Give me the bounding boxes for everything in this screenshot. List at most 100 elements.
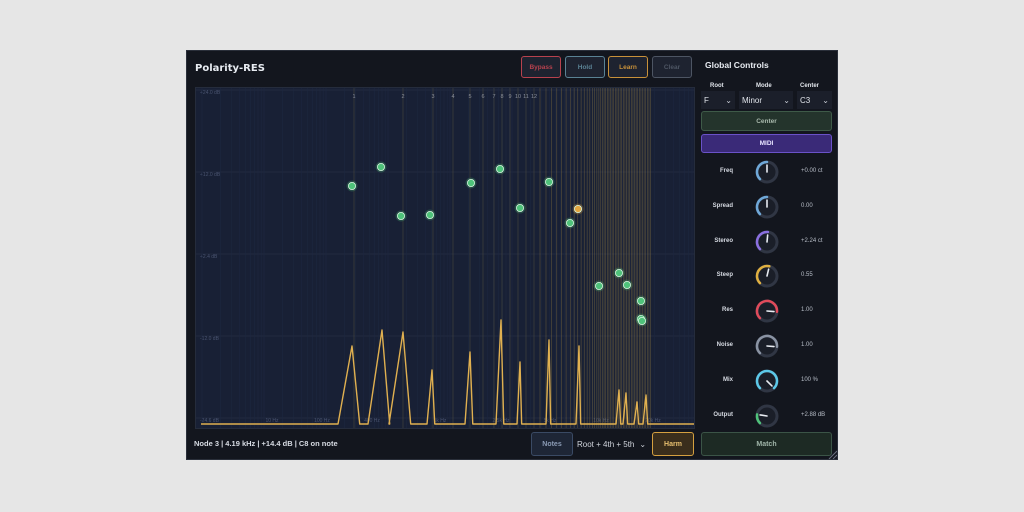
- stereo-knob[interactable]: [754, 229, 780, 255]
- partial-number: 9: [508, 94, 511, 100]
- partial-number: 2: [401, 94, 404, 100]
- chevron-down-icon: ⌄: [783, 95, 790, 105]
- clear-button[interactable]: Clear: [652, 56, 692, 78]
- partial-number: 12: [531, 94, 537, 100]
- chevron-down-icon: ⌄: [822, 95, 829, 105]
- knob-label: Spread: [712, 202, 733, 209]
- x-tick-label: 2.5k Hz: [493, 418, 510, 424]
- knob-value: +2.24 ct: [801, 237, 823, 244]
- knob-value: +2.88 dB: [801, 411, 826, 418]
- knob-label: Res: [721, 307, 733, 314]
- mode-select[interactable]: Minor ⌄: [739, 91, 793, 109]
- freq-knob[interactable]: [754, 159, 780, 185]
- bypass-button[interactable]: Bypass: [521, 56, 561, 78]
- knob-row-res: Res 1.00: [699, 294, 839, 328]
- y-tick-label: -12.0 dB: [200, 336, 220, 342]
- filter-node[interactable]: [622, 280, 631, 289]
- partial-number: 7: [492, 94, 495, 100]
- harm-label: Harm: [664, 440, 682, 448]
- app-title: Polarity-RES: [195, 63, 265, 74]
- global-controls-title: Global Controls: [705, 60, 769, 70]
- harmony-select-value: Root + 4th + 5th: [577, 439, 635, 449]
- spectrum-plot[interactable]: +24.0 dB +12.0 dB +2.4 dB -12.0 dB -24.6 dB 1…: [195, 87, 695, 429]
- partial-number: 3: [431, 94, 434, 100]
- match-button-label: Match: [756, 440, 777, 448]
- partial-number: 1: [352, 94, 355, 100]
- knob-label: Steep: [716, 272, 733, 279]
- center-select[interactable]: C3 ⌄: [797, 91, 832, 109]
- y-tick-label: +2.4 dB: [200, 254, 218, 260]
- knob-row-spread: Spread 0.00: [699, 190, 839, 224]
- partial-number: 6: [481, 94, 484, 100]
- partial-number: 4: [451, 94, 454, 100]
- status-readout: Node 3 | 4.19 kHz | +14.4 dB | C8 on not…: [194, 439, 338, 448]
- root-select[interactable]: F ⌄: [701, 91, 735, 109]
- x-tick-label: 100 Hz: [314, 418, 330, 424]
- mode-value: Minor: [742, 95, 763, 105]
- knob-label: Noise: [716, 342, 733, 348]
- global-controls-panel: Global Controls Root Mode Center F ⌄ Min…: [699, 51, 839, 461]
- center-label: Center: [800, 83, 820, 89]
- spread-knob[interactable]: [754, 194, 780, 220]
- knob-value: 1.00: [801, 307, 813, 314]
- notes-button[interactable]: Notes: [531, 432, 573, 456]
- chevron-down-icon: ⌄: [725, 95, 732, 105]
- knob-row-steep: Steep 0.55: [699, 259, 839, 293]
- knob-value: +0.00 ct: [801, 168, 823, 174]
- filter-node[interactable]: [565, 218, 574, 227]
- y-tick-label: +24.0 dB: [200, 90, 221, 96]
- filter-node[interactable]: [466, 179, 475, 188]
- filter-node[interactable]: [637, 316, 646, 325]
- knob-label: Mix: [722, 376, 733, 383]
- steep-knob[interactable]: [754, 263, 780, 289]
- knob-label: Stereo: [714, 237, 733, 244]
- knob-row-mix: Mix 100 %: [699, 364, 839, 398]
- root-label: Root: [710, 83, 724, 89]
- harm-button[interactable]: Harm: [652, 432, 694, 456]
- filter-node[interactable]: [495, 165, 504, 174]
- harmony-select[interactable]: Root + 4th + 5th ⌄: [577, 432, 647, 456]
- plugin-window: Polarity-RES Bypass Hold Learn Clear +24…: [186, 50, 838, 460]
- learn-button[interactable]: Learn: [608, 56, 648, 78]
- mix-knob[interactable]: [754, 368, 780, 394]
- partial-number: 8: [500, 94, 503, 100]
- resize-grip-icon[interactable]: [827, 449, 837, 459]
- filter-node[interactable]: [544, 178, 553, 187]
- filter-node[interactable]: [396, 212, 405, 221]
- partial-number: 11: [523, 94, 529, 100]
- noise-knob[interactable]: [754, 333, 780, 359]
- x-tick-label: 10 Hz: [265, 418, 279, 424]
- x-tick-label: 10k Hz: [593, 418, 609, 424]
- knob-label: Output: [713, 411, 733, 418]
- knob-value: 1.00: [801, 342, 813, 348]
- knob-label: Freq: [719, 168, 733, 174]
- res-knob[interactable]: [754, 298, 780, 324]
- y-tick-label: +12.0 dB: [200, 172, 221, 178]
- output-knob[interactable]: [754, 403, 780, 429]
- chevron-down-icon: ⌄: [639, 439, 647, 449]
- midi-button[interactable]: MIDI: [701, 134, 832, 153]
- filter-node[interactable]: [515, 204, 524, 213]
- center-button-label: Center: [756, 117, 777, 125]
- selected-node[interactable]: [573, 205, 582, 214]
- hold-button[interactable]: Hold: [565, 56, 605, 78]
- center-value: C3: [800, 95, 811, 105]
- match-button[interactable]: Match: [701, 432, 832, 456]
- knob-value: 100 %: [801, 376, 819, 383]
- filter-node[interactable]: [636, 296, 645, 305]
- center-button[interactable]: Center: [701, 111, 832, 131]
- hold-label: Hold: [577, 63, 593, 71]
- partial-number: 10: [515, 94, 521, 100]
- spectrum-svg[interactable]: +24.0 dB+12.0 dB+2.4 dB-12.0 dB-24.6 dB 1…: [196, 88, 695, 429]
- knob-value: 0.55: [801, 272, 813, 279]
- filter-node[interactable]: [425, 211, 434, 220]
- clear-label: Clear: [663, 63, 681, 71]
- filter-node[interactable]: [594, 281, 603, 290]
- filter-node[interactable]: [376, 163, 385, 172]
- bypass-label: Bypass: [529, 63, 553, 71]
- knob-value: 0.00: [801, 202, 813, 209]
- partial-number: 5: [468, 94, 471, 100]
- x-tick-label: 400 Hz: [364, 418, 380, 424]
- filter-node[interactable]: [347, 182, 356, 191]
- filter-node[interactable]: [614, 268, 623, 277]
